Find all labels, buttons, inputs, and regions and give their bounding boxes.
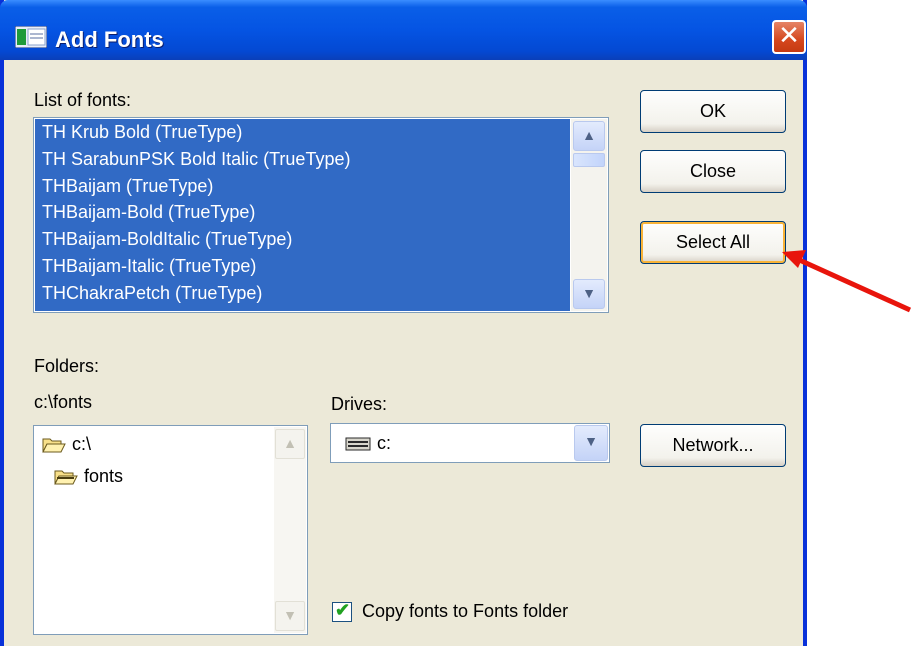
title-bar[interactable]: Add Fonts ✕: [0, 0, 807, 60]
close-icon: ✕: [778, 21, 800, 51]
folder-name: c:\: [72, 434, 92, 454]
chevron-down-icon: ▼: [584, 433, 598, 449]
folder-open-icon: [54, 470, 78, 485]
font-list-item[interactable]: THBaijam (TrueType): [35, 173, 570, 200]
font-list[interactable]: TH Krub Bold (TrueType) TH SarabunPSK Bo…: [33, 117, 609, 313]
folder-item-fonts[interactable]: fonts: [54, 466, 123, 487]
chevron-up-icon: ▲: [283, 435, 297, 451]
font-list-item[interactable]: TH SarabunPSK Bold Italic (TrueType): [35, 146, 570, 173]
drives-select[interactable]: c: ▼: [330, 423, 610, 463]
ok-button[interactable]: OK: [640, 90, 786, 133]
folder-name: fonts: [84, 466, 124, 486]
chevron-up-icon: ▲: [582, 127, 596, 143]
font-list-item[interactable]: THBaijam-Bold (TrueType): [35, 199, 570, 226]
font-list-items: TH Krub Bold (TrueType) TH SarabunPSK Bo…: [35, 119, 570, 311]
font-list-item[interactable]: THChakraPetch (TrueType): [35, 280, 570, 307]
copy-fonts-checkbox[interactable]: ✔: [332, 600, 352, 622]
folder-item-root[interactable]: c:\: [42, 434, 91, 455]
folder-tree-scrollbar[interactable]: ▲ ▼: [274, 427, 306, 633]
scroll-up-button[interactable]: ▲: [275, 429, 305, 459]
copy-fonts-label[interactable]: Copy fonts to Fonts folder: [362, 601, 568, 622]
add-fonts-dialog: Add Fonts ✕ List of fonts: TH Krub Bold …: [0, 0, 807, 646]
font-list-item[interactable]: TH Krub Bold (TrueType): [35, 119, 570, 146]
font-dialog-icon: [15, 26, 47, 48]
drives-label: Drives:: [331, 394, 388, 414]
close-button[interactable]: Close: [640, 150, 786, 193]
list-of-fonts-label: List of fonts:: [34, 90, 132, 110]
checkmark-icon: ✔: [335, 600, 351, 620]
font-list-item[interactable]: THBaijam-Italic (TrueType): [35, 253, 570, 280]
drives-selected-value: c:: [345, 433, 391, 454]
folder-open-icon: [42, 438, 66, 453]
scroll-thumb[interactable]: [573, 153, 605, 167]
font-list-item[interactable]: THBaijam-BoldItalic (TrueType): [35, 226, 570, 253]
scroll-up-button[interactable]: ▲: [573, 121, 605, 151]
drive-label: c:: [377, 433, 392, 453]
font-list-scrollbar[interactable]: ▲ ▼: [571, 119, 607, 311]
hard-drive-icon: [345, 437, 371, 451]
scroll-down-button[interactable]: ▼: [573, 279, 605, 309]
current-folder-path: c:\fonts: [34, 392, 93, 412]
chevron-down-icon: ▼: [283, 607, 297, 623]
folder-tree[interactable]: c:\ fonts ▲ ▼: [33, 425, 308, 635]
dialog-title: Add Fonts: [55, 27, 164, 52]
close-window-button[interactable]: ✕: [772, 20, 806, 54]
select-all-button[interactable]: Select All: [640, 221, 786, 264]
folders-label: Folders:: [34, 356, 100, 376]
network-button[interactable]: Network...: [640, 424, 786, 467]
scroll-down-button[interactable]: ▼: [275, 601, 305, 631]
drives-dropdown-button[interactable]: ▼: [574, 425, 608, 461]
chevron-down-icon: ▼: [582, 285, 596, 301]
